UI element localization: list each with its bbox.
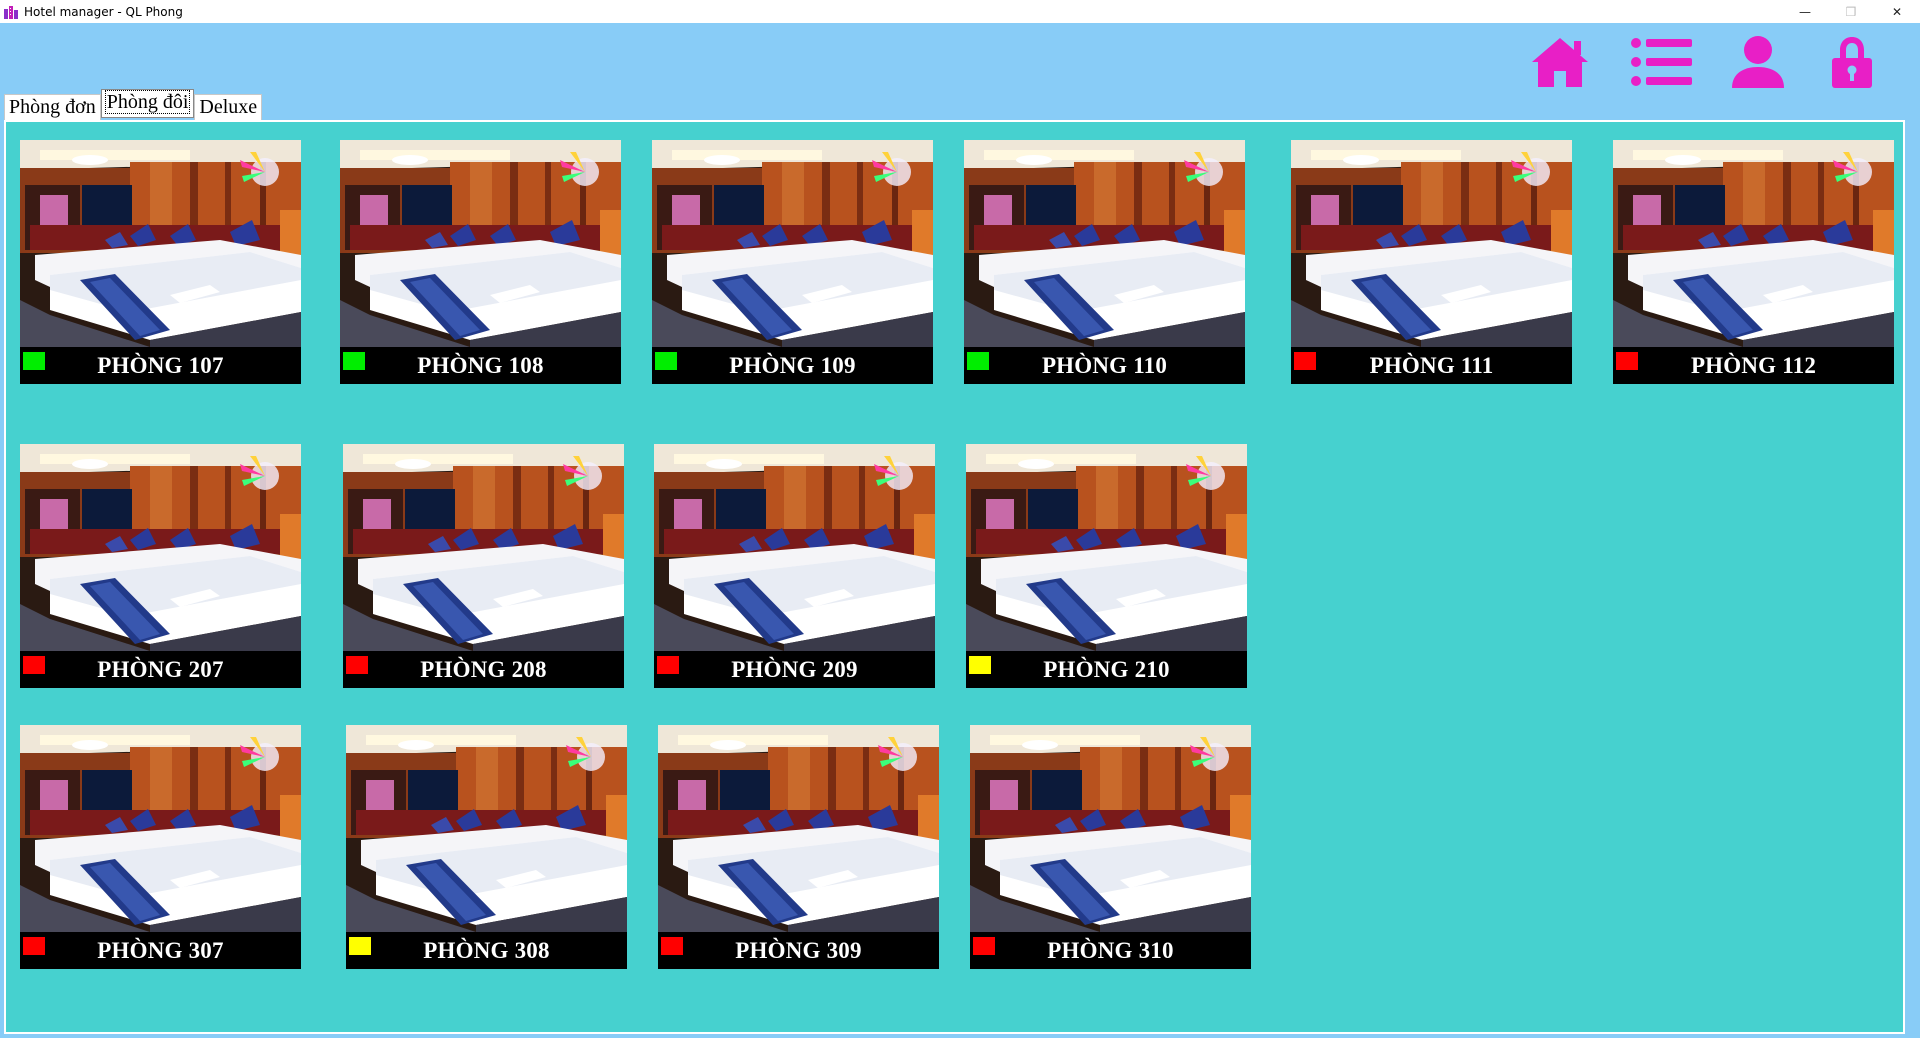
tab-phong-doi[interactable]: Phòng đôi <box>100 89 195 118</box>
room-photo <box>964 140 1245 347</box>
room-photo <box>654 444 935 651</box>
user-icon <box>1732 36 1784 88</box>
room-photo <box>343 444 624 651</box>
hotel-app-icon <box>4 5 18 19</box>
window-title: Hotel manager - QL Phong <box>24 4 183 19</box>
room-card[interactable]: PHÒNG 209 <box>654 444 935 688</box>
room-name: PHÒNG 307 <box>97 938 224 963</box>
room-photo <box>652 140 933 347</box>
room-type-tabs: Phòng đơn Phòng đôi Deluxe <box>4 89 263 120</box>
room-caption: PHÒNG 112 <box>1613 347 1894 384</box>
room-card[interactable]: PHÒNG 112 <box>1613 140 1894 384</box>
user-button[interactable] <box>1726 33 1790 91</box>
room-name: PHÒNG 110 <box>1041 353 1168 378</box>
lock-icon <box>1832 37 1872 88</box>
tab-label: Deluxe <box>199 96 258 118</box>
room-name: PHÒNG 310 <box>1047 938 1174 963</box>
room-caption: PHÒNG 310 <box>970 932 1251 969</box>
header-bar <box>0 23 1920 93</box>
list-button[interactable] <box>1630 33 1694 91</box>
room-card[interactable]: PHÒNG 107 <box>20 140 301 384</box>
room-caption: PHÒNG 307 <box>20 932 301 969</box>
room-photo <box>20 725 301 932</box>
window-controls: — ❒ ✕ <box>1782 0 1920 23</box>
room-name: PHÒNG 308 <box>423 938 550 963</box>
room-name: PHÒNG 109 <box>729 353 856 378</box>
room-caption: PHÒNG 111 <box>1291 347 1572 384</box>
room-photo <box>20 140 301 347</box>
room-caption: PHÒNG 107 <box>20 347 301 384</box>
room-name: PHÒNG 210 <box>1043 657 1170 682</box>
room-name: PHÒNG 111 <box>1369 353 1494 378</box>
room-photo <box>1291 140 1572 347</box>
window-titlebar: Hotel manager - QL Phong — ❒ ✕ <box>0 0 1920 23</box>
list-icon <box>1631 38 1692 86</box>
room-card[interactable]: PHÒNG 310 <box>970 725 1251 969</box>
room-caption: PHÒNG 207 <box>20 651 301 688</box>
room-photo <box>966 444 1247 651</box>
room-photo <box>658 725 939 932</box>
room-caption: PHÒNG 109 <box>652 347 933 384</box>
room-card[interactable]: PHÒNG 207 <box>20 444 301 688</box>
room-photo <box>20 444 301 651</box>
home-button[interactable] <box>1528 33 1592 91</box>
minimize-button[interactable]: — <box>1782 0 1828 23</box>
room-caption: PHÒNG 308 <box>346 932 627 969</box>
room-caption: PHÒNG 210 <box>966 651 1247 688</box>
room-photo <box>970 725 1251 932</box>
room-photo <box>340 140 621 347</box>
tab-phong-don[interactable]: Phòng đơn <box>4 94 101 120</box>
room-name: PHÒNG 112 <box>1690 353 1817 378</box>
room-caption: PHÒNG 309 <box>658 932 939 969</box>
rooms-panel: PHÒNG 107 PHÒNG 108 PHÒNG 109 PHÒNG 110 PHÒN… <box>4 120 1905 1034</box>
room-caption: PHÒNG 110 <box>964 347 1245 384</box>
room-name: PHÒNG 208 <box>420 657 547 682</box>
room-card[interactable]: PHÒNG 208 <box>343 444 624 688</box>
room-card[interactable]: PHÒNG 108 <box>340 140 621 384</box>
room-name: PHÒNG 207 <box>97 657 224 682</box>
tab-label: Phòng đơn <box>9 96 96 118</box>
room-card[interactable]: PHÒNG 210 <box>966 444 1247 688</box>
room-caption: PHÒNG 209 <box>654 651 935 688</box>
room-caption: PHÒNG 208 <box>343 651 624 688</box>
room-caption: PHÒNG 108 <box>340 347 621 384</box>
room-name: PHÒNG 108 <box>417 353 544 378</box>
room-card[interactable]: PHÒNG 109 <box>652 140 933 384</box>
room-card[interactable]: PHÒNG 308 <box>346 725 627 969</box>
tab-label: Phòng đôi <box>104 90 191 114</box>
room-card[interactable]: PHÒNG 111 <box>1291 140 1572 384</box>
home-icon <box>1532 38 1588 87</box>
room-photo <box>346 725 627 932</box>
room-card[interactable]: PHÒNG 110 <box>964 140 1245 384</box>
room-card[interactable]: PHÒNG 307 <box>20 725 301 969</box>
maximize-button[interactable]: ❒ <box>1828 0 1874 23</box>
room-photo <box>1613 140 1894 347</box>
close-button[interactable]: ✕ <box>1874 0 1920 23</box>
room-name: PHÒNG 309 <box>735 938 862 963</box>
tab-deluxe[interactable]: Deluxe <box>194 94 263 120</box>
room-card[interactable]: PHÒNG 309 <box>658 725 939 969</box>
lock-button[interactable] <box>1820 33 1884 91</box>
room-name: PHÒNG 209 <box>731 657 858 682</box>
room-name: PHÒNG 107 <box>97 353 224 378</box>
